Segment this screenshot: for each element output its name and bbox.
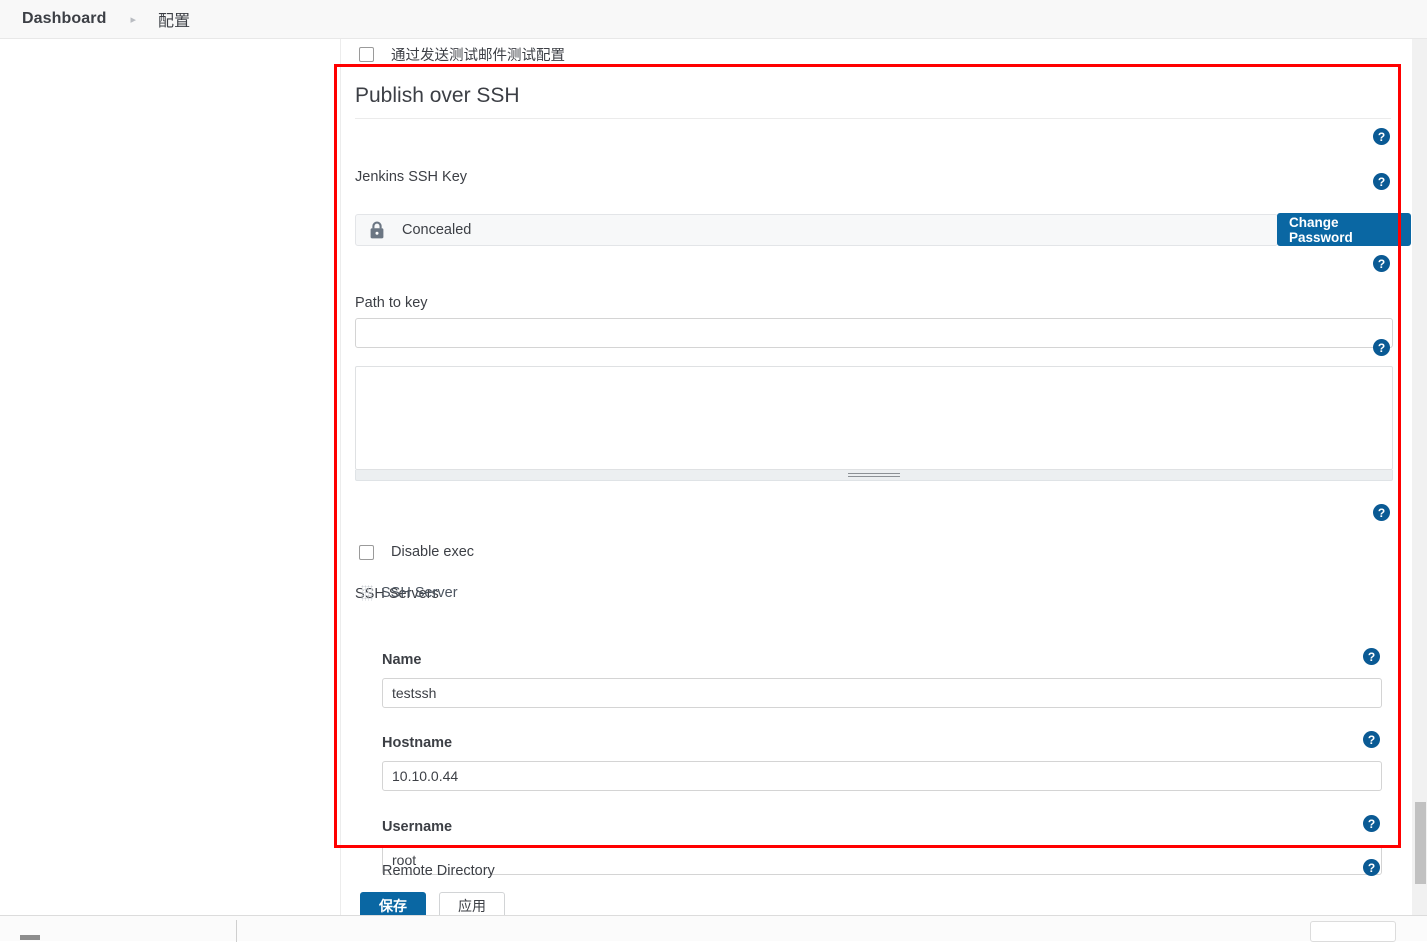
label-username: Username xyxy=(382,819,453,835)
label-name: Name xyxy=(382,652,422,668)
path-to-key-input[interactable] xyxy=(355,318,1393,348)
textarea-drag-bar[interactable] xyxy=(355,470,1393,481)
label-hostname: Hostname xyxy=(382,735,453,751)
test-configuration-checkbox-row[interactable]: 通过发送测试邮件测试配置 xyxy=(359,44,565,65)
breadcrumb-item-dashboard[interactable]: Dashboard xyxy=(22,10,106,28)
help-icon-remote-directory[interactable]: ? xyxy=(1363,859,1380,876)
vertical-scrollbar[interactable] xyxy=(1411,39,1427,915)
disable-exec-label: Disable exec xyxy=(391,544,475,560)
disable-exec-row[interactable]: Disable exec xyxy=(359,544,474,560)
breadcrumb-separator-icon: ▸ xyxy=(130,13,137,26)
label-path-to-key: Path to key xyxy=(355,295,428,311)
help-icon-jenkins-ssh-key[interactable]: ? xyxy=(1373,128,1390,145)
drag-handle-icon[interactable] xyxy=(361,585,373,601)
passphrase-value: Concealed xyxy=(402,222,472,238)
taskbar-right-panel[interactable] xyxy=(1310,921,1396,942)
taskbar-item[interactable] xyxy=(20,935,40,940)
passphrase-concealed-field[interactable]: Concealed xyxy=(355,214,1278,246)
help-icon-path-to-key[interactable]: ? xyxy=(1373,255,1390,272)
help-icon-hostname[interactable]: ? xyxy=(1363,731,1380,748)
test-configuration-label: 通过发送测试邮件测试配置 xyxy=(391,48,565,64)
help-icon-key[interactable]: ? xyxy=(1373,339,1390,356)
main-content: 通过发送测试邮件测试配置 Publish over SSH Jenkins SS… xyxy=(334,39,1411,915)
help-icon-username[interactable]: ? xyxy=(1363,815,1380,832)
hostname-input[interactable]: 10.10.0.44 xyxy=(382,761,1382,791)
section-title-divider xyxy=(355,118,1391,119)
page-canvas: 通过发送测试邮件测试配置 Publish over SSH Jenkins SS… xyxy=(0,39,1427,919)
scrollbar-thumb[interactable] xyxy=(1415,802,1426,884)
test-configuration-checkbox[interactable] xyxy=(359,47,374,62)
name-input[interactable]: testssh xyxy=(382,678,1382,708)
disable-exec-checkbox[interactable] xyxy=(359,544,374,560)
change-password-button[interactable]: Change Password xyxy=(1277,213,1411,246)
breadcrumb-bar: Dashboard ▸ 配置 xyxy=(0,0,1427,39)
username-input[interactable]: root xyxy=(382,845,1382,875)
help-icon-passphrase[interactable]: ? xyxy=(1373,173,1390,190)
lock-icon xyxy=(366,219,388,241)
label-remote-directory: Remote Directory xyxy=(382,863,495,879)
ssh-server-entry-title: SSH Server xyxy=(381,585,458,601)
breadcrumb-item-configure[interactable]: 配置 xyxy=(158,7,190,31)
form-action-bar: 保存 应用 xyxy=(341,892,1411,919)
help-icon-name[interactable]: ? xyxy=(1363,648,1380,665)
section-title-publish-over-ssh: Publish over SSH xyxy=(355,84,520,107)
label-jenkins-ssh-key: Jenkins SSH Key xyxy=(355,169,468,185)
help-icon-disable-exec[interactable]: ? xyxy=(1373,504,1390,521)
os-taskbar xyxy=(0,915,1427,942)
key-textarea[interactable] xyxy=(355,366,1393,470)
taskbar-divider xyxy=(236,920,237,942)
